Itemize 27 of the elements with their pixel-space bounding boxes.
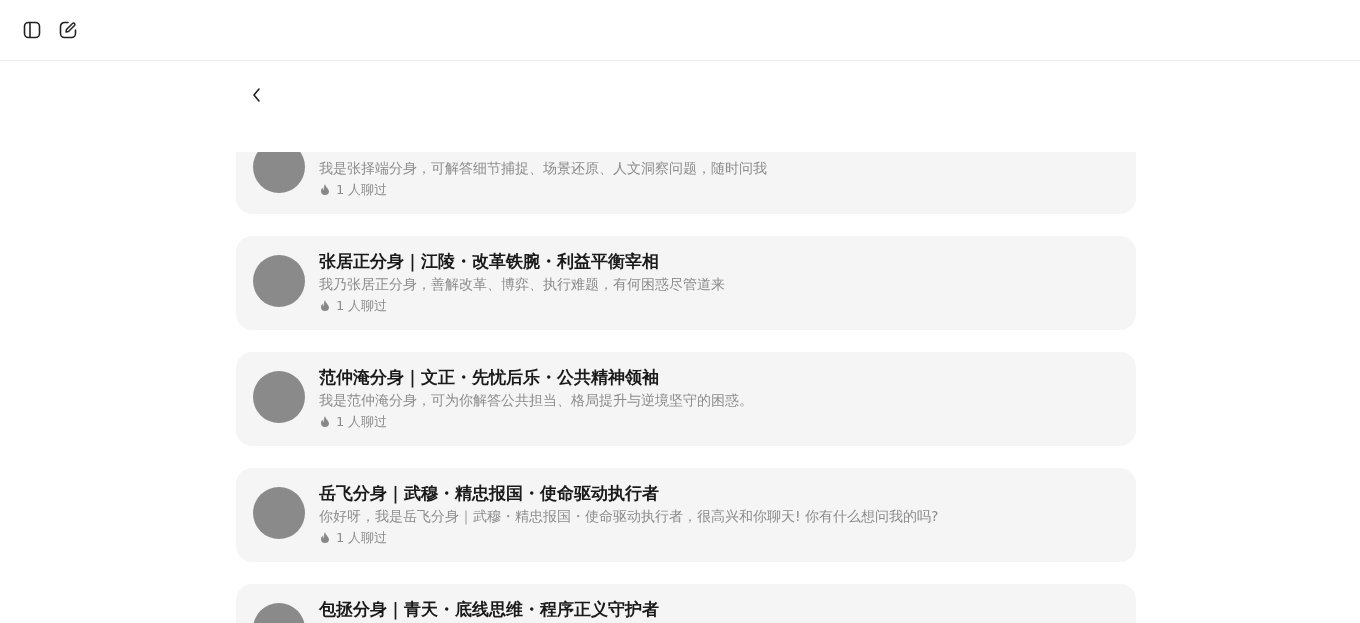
avatar-placeholder (253, 255, 305, 307)
flame-icon (319, 531, 331, 545)
agent-card[interactable]: 包拯分身｜青天・底线思维・程序正义守护者 (236, 584, 1136, 623)
chat-count: 1 人聊过 (336, 413, 388, 431)
chat-count: 1 人聊过 (336, 529, 388, 547)
avatar-placeholder (253, 487, 305, 539)
agent-description: 我乃张居正分身，善解改革、博弈、执行难题，有何困惑尽管道来 (319, 275, 725, 294)
agent-card[interactable]: 张居正分身｜江陵・改革铁腕・利益平衡宰相 我乃张居正分身，善解改革、博弈、执行难题，有何困惑尽管道来 1 人聊过 (236, 236, 1136, 330)
agent-name: 范仲淹分身｜文正・先忧后乐・公共精神领袖 (319, 366, 660, 389)
agent-description: 你好呀，我是岳飞分身｜武穆・精忠报国・使命驱动执行者，很高兴和你聊天! 你有什么想问我的吗? (319, 507, 939, 527)
agent-card[interactable]: 范仲淹分身｜文正・先忧后乐・公共精神领袖 我是范仲淹分身，可为你解答公共担当、格局提升与逆境坚守的困惑。 1 人聊过 (236, 352, 1136, 446)
agent-name: 张居正分身｜江陵・改革铁腕・利益平衡宰相 (319, 250, 660, 273)
flame-icon (319, 415, 331, 429)
agent-name: 岳飞分身｜武穆・精忠报国・使命驱动执行者 (319, 482, 660, 505)
new-chat-icon[interactable] (58, 20, 78, 40)
agent-description: 我是张择端分身，可解答细节捕捉、场景还原、人文洞察问题，随时问我 (319, 159, 767, 178)
avatar-placeholder (253, 371, 305, 423)
chat-count: 1 人聊过 (336, 297, 388, 315)
flame-icon (319, 299, 331, 313)
agent-description: 我是范仲淹分身，可为你解答公共担当、格局提升与逆境坚守的困惑。 (319, 391, 753, 410)
sidebar-toggle-icon[interactable] (22, 20, 42, 40)
avatar-placeholder (253, 152, 305, 193)
agent-card[interactable]: 岳飞分身｜武穆・精忠报国・使命驱动执行者 你好呀，我是岳飞分身｜武穆・精忠报国・使命驱动执行者，很高兴和你聊天! 你有什么想问我的吗? 1 人聊过 (236, 468, 1136, 562)
flame-icon (319, 183, 331, 197)
chat-count: 1 人聊过 (336, 181, 388, 199)
back-icon[interactable] (252, 87, 262, 103)
agent-name: 包拯分身｜青天・底线思维・程序正义守护者 (319, 598, 659, 621)
